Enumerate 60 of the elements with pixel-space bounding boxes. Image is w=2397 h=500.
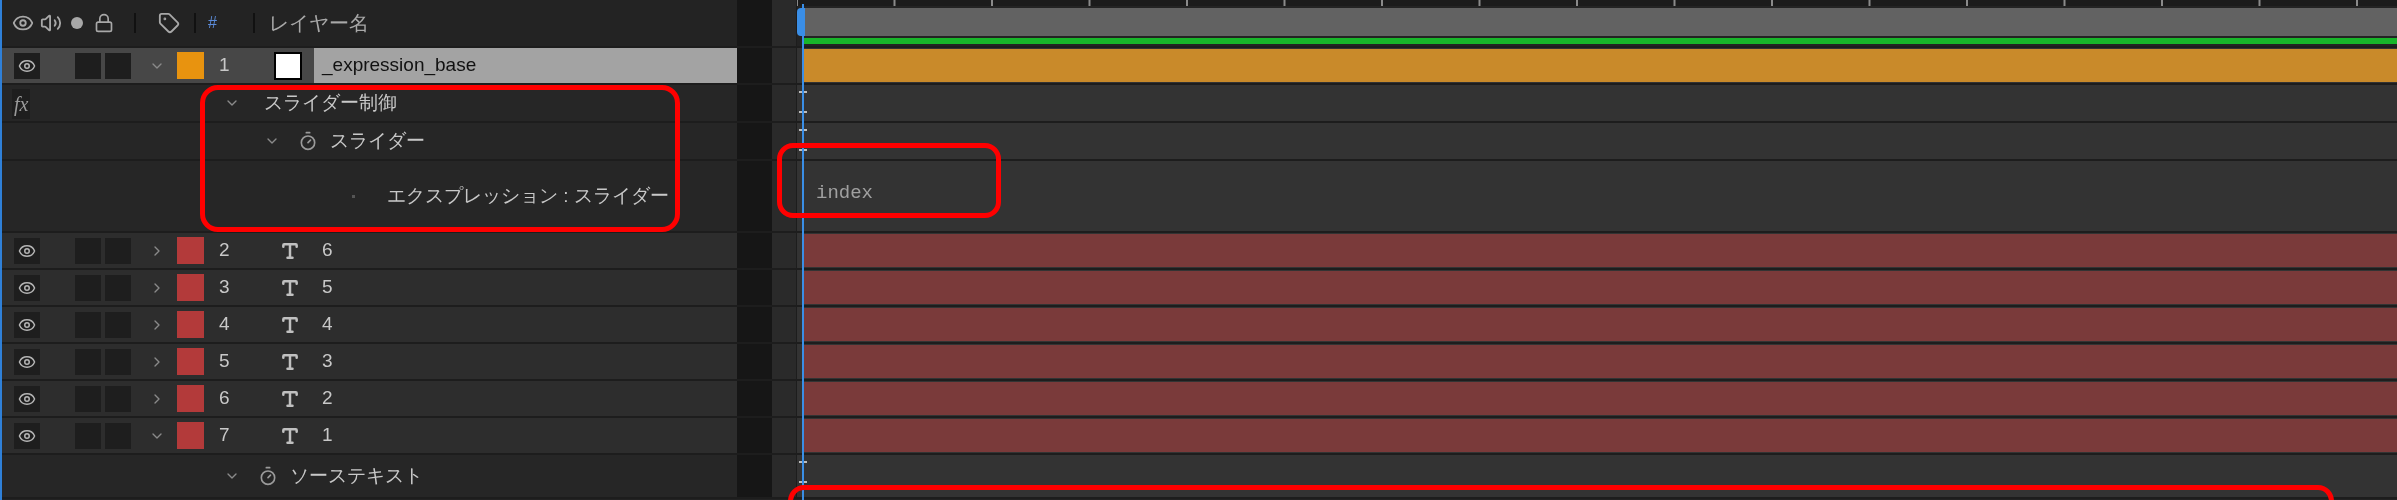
- lock-icon: [94, 13, 114, 33]
- property-name: ソーステキスト: [290, 463, 423, 488]
- switch-toggle[interactable]: [105, 52, 131, 79]
- text-layer-icon: [280, 277, 300, 298]
- visibility-toggle[interactable]: [14, 422, 40, 449]
- switch-toggle[interactable]: [75, 52, 101, 79]
- stopwatch-icon[interactable]: [258, 466, 278, 486]
- visibility-toggle[interactable]: [14, 274, 40, 301]
- layer-number: 6: [219, 386, 231, 411]
- layer-duration-bar[interactable]: [802, 49, 2397, 82]
- visibility-toggle[interactable]: [14, 237, 40, 264]
- layer-name[interactable]: _expression_base: [314, 48, 737, 83]
- bullet-icon: [352, 194, 355, 198]
- text-layer-icon: [280, 240, 300, 261]
- label-icon: [158, 12, 180, 34]
- layer-duration-bar[interactable]: [802, 345, 2397, 378]
- text-layer-icon: [280, 351, 300, 372]
- text-layer-icon: [280, 425, 300, 446]
- visibility-toggle[interactable]: [14, 52, 40, 79]
- layer-number: 5: [219, 349, 231, 374]
- layer-name[interactable]: 6: [314, 233, 737, 268]
- effects-switch[interactable]: fx: [12, 89, 31, 119]
- label-color-swatch[interactable]: [177, 311, 204, 338]
- layer-number: 7: [219, 423, 231, 448]
- visibility-toggle[interactable]: [14, 348, 40, 375]
- solid-swatch: [274, 51, 302, 80]
- property-name: スライダー: [330, 128, 425, 153]
- layer-number: 3: [219, 275, 231, 300]
- audio-icon: [40, 12, 62, 34]
- label-color-swatch[interactable]: [177, 237, 204, 264]
- text-layer-icon: [280, 314, 300, 335]
- number-header: #: [208, 13, 217, 33]
- layer-name[interactable]: 3: [314, 344, 737, 379]
- visibility-toggle[interactable]: [14, 385, 40, 412]
- expression-text[interactable]: index: [816, 179, 873, 208]
- solo-icon: [70, 16, 84, 30]
- layer-number: 2: [219, 238, 231, 263]
- label-color-swatch[interactable]: [177, 274, 204, 301]
- effect-name: スライダー制御: [264, 90, 397, 115]
- label-color-swatch[interactable]: [177, 348, 204, 375]
- layer-duration-bar[interactable]: [802, 271, 2397, 304]
- layer-name[interactable]: 4: [314, 307, 737, 342]
- label-color-swatch[interactable]: [177, 52, 204, 79]
- stopwatch-icon[interactable]: [298, 131, 318, 151]
- layer-duration-bar[interactable]: [802, 234, 2397, 267]
- label-color-swatch[interactable]: [177, 422, 204, 449]
- layer-duration-bar[interactable]: [802, 308, 2397, 341]
- layer-name-header: レイヤー名: [268, 11, 369, 36]
- layer-name[interactable]: 1: [314, 418, 737, 453]
- layer-duration-bar[interactable]: [802, 382, 2397, 415]
- label-color-swatch[interactable]: [177, 385, 204, 412]
- visibility-toggle[interactable]: [14, 311, 40, 338]
- expression-label: エクスプレッション : スライダー: [387, 183, 669, 208]
- layer-name[interactable]: 5: [314, 270, 737, 305]
- layer-number: 4: [219, 312, 231, 337]
- layer-name[interactable]: 2: [314, 381, 737, 416]
- text-layer-icon: [280, 388, 300, 409]
- panel-splitter[interactable]: [737, 48, 772, 83]
- layer-number: 1: [219, 53, 231, 78]
- layer-duration-bar[interactable]: [802, 419, 2397, 452]
